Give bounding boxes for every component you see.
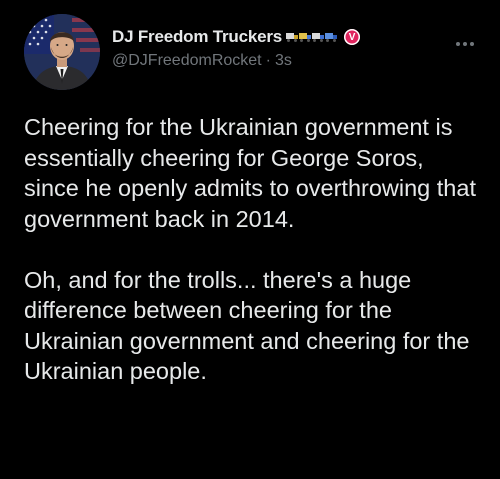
truck-icon — [286, 32, 299, 42]
more-horizontal-icon — [456, 42, 460, 46]
avatar-image — [24, 14, 100, 90]
truck-icon — [299, 32, 312, 42]
more-horizontal-icon — [463, 42, 467, 46]
truck-icon — [325, 32, 338, 42]
v-badge-icon: V — [344, 29, 361, 45]
tweet-paragraph: Cheering for the Ukrainian government is… — [24, 114, 476, 232]
tweet-paragraph: Oh, and for the trolls... there's a huge… — [24, 266, 470, 385]
handle[interactable]: @DJFreedomRocket — [112, 52, 262, 70]
avatar[interactable] — [24, 14, 100, 90]
author-info: DJ Freedom Truckers V @DJFreedomRocket ·… — [112, 24, 442, 72]
display-name[interactable]: DJ Freedom Truckers — [112, 27, 282, 47]
timestamp[interactable]: 3s — [275, 52, 292, 70]
tweet-text: Cheering for the Ukrainian government is… — [24, 112, 484, 387]
tweet-card[interactable]: DJ Freedom Truckers V @DJFreedomRocket ·… — [0, 0, 500, 479]
name-emoji-group — [286, 32, 338, 43]
tweet-header: DJ Freedom Truckers V @DJFreedomRocket ·… — [24, 14, 484, 94]
more-horizontal-icon — [470, 42, 474, 46]
display-name-row[interactable]: DJ Freedom Truckers V — [112, 24, 442, 50]
more-options-button[interactable] — [450, 36, 480, 52]
truck-icon — [312, 32, 325, 42]
separator: · — [265, 52, 271, 69]
handle-row: @DJFreedomRocket · 3s — [112, 50, 442, 72]
